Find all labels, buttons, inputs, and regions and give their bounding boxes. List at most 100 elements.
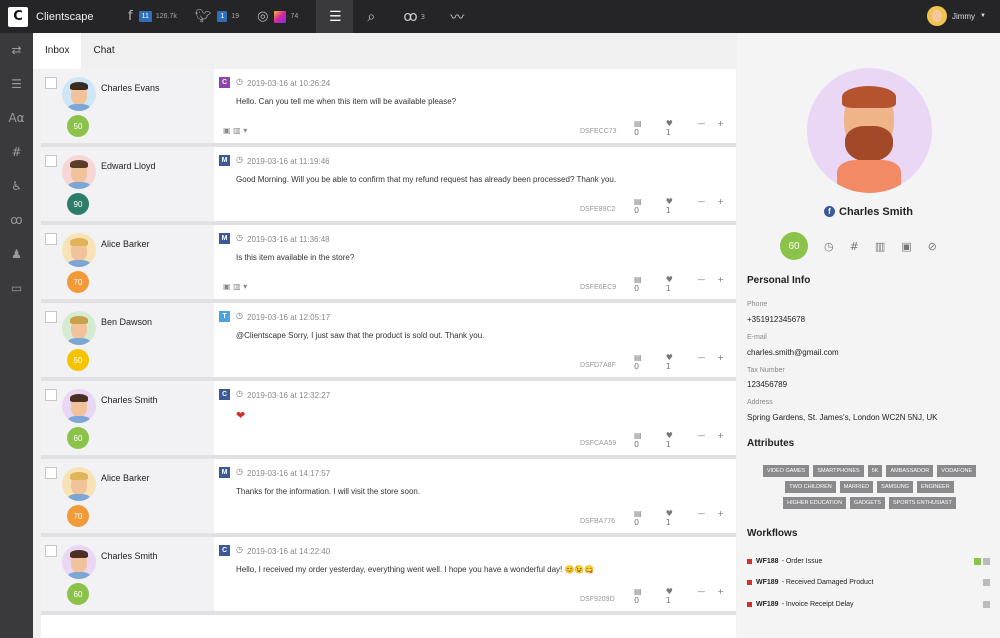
list-icon[interactable]: ☰ (0, 67, 33, 101)
message-row[interactable]: Ben Dawson 50 T ◷ 2019-03-16 at 12:05:17… (41, 303, 736, 381)
like-action[interactable]: ♥ 1 (666, 275, 686, 293)
like-action[interactable]: ♥ 1 (666, 197, 686, 215)
attribute-tag[interactable]: SMARTPHONES (813, 465, 864, 477)
comment-action[interactable]: ▤ 0 (634, 353, 654, 371)
hashtag-icon[interactable]: # (0, 135, 33, 169)
attribute-tag[interactable]: GADGETS (850, 497, 885, 509)
attribute-tag[interactable]: VODAFONE (937, 465, 977, 477)
message-row[interactable]: Edward Lloyd 90 M ◷ 2019-03-16 at 11:19:… (41, 147, 736, 225)
attribute-tag[interactable]: ENGINEER (916, 481, 954, 493)
minus-icon[interactable]: — (697, 353, 705, 371)
minus-icon[interactable]: — (697, 431, 705, 449)
instagram-stats[interactable]: ◎ 74 (257, 9, 298, 24)
workflow-item[interactable]: WF189 - Received Damaged Product (747, 579, 990, 586)
minus-icon[interactable]: — (697, 587, 705, 605)
sender-name[interactable]: Charles Smith (101, 395, 158, 405)
like-action[interactable]: ♥ 1 (666, 431, 686, 449)
plus-icon[interactable]: + (717, 119, 724, 137)
sender-name[interactable]: Edward Lloyd (101, 161, 156, 171)
like-count: 1 (665, 596, 671, 605)
sender-name[interactable]: Alice Barker (101, 473, 150, 483)
comment-action[interactable]: ▤ 0 (634, 119, 654, 137)
user-menu[interactable]: Jimmy ▼ (926, 6, 986, 26)
minus-icon[interactable]: — (697, 197, 705, 215)
heart-icon: ♥ (665, 275, 673, 284)
plus-icon[interactable]: + (717, 431, 724, 449)
hashtag-icon[interactable]: # (850, 240, 859, 253)
plus-icon[interactable]: + (717, 353, 724, 371)
comment-action[interactable]: ▤ 0 (634, 431, 654, 449)
attribute-tag[interactable]: SPORTS ENTHUSIAST (888, 497, 956, 509)
comment-action[interactable]: ▤ 0 (634, 509, 654, 527)
like-action[interactable]: ♥ 1 (666, 587, 686, 605)
row-checkbox[interactable] (45, 77, 57, 89)
contacts-icon[interactable]: ▣ (901, 240, 911, 253)
minus-icon[interactable]: — (697, 275, 705, 293)
row-checkbox[interactable] (45, 545, 57, 557)
message-tools[interactable]: ▣ ▥ ▾ (223, 282, 247, 291)
twitter-stats[interactable]: 🐦︎ 1 19 (195, 9, 239, 24)
attribute-tag[interactable]: TWO CHILDREN (785, 481, 836, 493)
row-checkbox[interactable] (45, 155, 57, 167)
attribute-tag[interactable]: AMBASSADOR (886, 465, 934, 477)
attribute-tag[interactable]: VIDEO GAMES (762, 465, 810, 477)
workflows-nav[interactable]: ꝏ3 (389, 0, 439, 33)
search-icon[interactable]: ⌕ (353, 0, 389, 33)
like-action[interactable]: ♥ 1 (666, 119, 686, 137)
row-checkbox[interactable] (45, 389, 57, 401)
app-logo[interactable]: C (8, 6, 28, 27)
person-icon[interactable]: ♿︎ (0, 169, 33, 203)
attribute-tag[interactable]: 5K (867, 465, 883, 477)
minus-icon[interactable]: — (697, 119, 705, 137)
tab-inbox[interactable]: Inbox (33, 33, 82, 69)
workflow-item[interactable]: WF188 - Order Issue (747, 558, 990, 565)
inbox-list-icon[interactable]: ☰ (317, 0, 354, 33)
attribute-tag[interactable]: HIGHER EDUCATION (783, 497, 847, 509)
plus-icon[interactable]: + (717, 197, 724, 215)
workflow-id: WF189 (756, 579, 779, 586)
notes-icon[interactable]: ▥ (875, 240, 885, 253)
message-row[interactable]: Alice Barker 70 M ◷ 2019-03-16 at 14:17:… (41, 459, 736, 537)
plus-icon[interactable]: + (717, 509, 724, 527)
block-icon[interactable]: ⊘ (928, 240, 937, 253)
plus-icon[interactable]: + (717, 587, 724, 605)
message-tools[interactable]: ▣ ▥ ▾ (223, 126, 247, 135)
message-row[interactable]: Alice Barker 70 M ◷ 2019-03-16 at 11:36:… (41, 225, 736, 303)
facebook-stats[interactable]: f 11 126.7k (128, 9, 177, 24)
address-value: Spring Gardens, St. James's, London WC2N… (747, 413, 938, 422)
row-checkbox[interactable] (45, 233, 57, 245)
history-icon[interactable]: ◷ (824, 240, 834, 253)
message-sender: Charles Evans 50 (41, 69, 214, 143)
like-action[interactable]: ♥ 1 (666, 353, 686, 371)
workflow-item[interactable]: WF189 - Invoice Receipt Delay (747, 601, 990, 608)
workflow-icon[interactable]: ꝏ (0, 203, 33, 237)
comment-icon: ▤ (634, 431, 642, 440)
attribute-tag[interactable]: SAMSUNG (877, 481, 913, 493)
minus-icon[interactable]: — (697, 509, 705, 527)
row-checkbox[interactable] (45, 467, 57, 479)
card-icon[interactable]: ▭ (0, 271, 33, 305)
sender-name[interactable]: Charles Evans (101, 83, 160, 93)
tab-chat[interactable]: Chat (81, 33, 126, 69)
user-icon[interactable]: ♟ (0, 237, 33, 271)
text-icon[interactable]: Aα (0, 101, 33, 135)
row-checkbox[interactable] (45, 311, 57, 323)
sender-name[interactable]: Charles Smith (101, 551, 158, 561)
heart-icon: ♥ (665, 119, 673, 128)
like-action[interactable]: ♥ 1 (666, 509, 686, 527)
message-row[interactable]: Charles Smith 60 C ◷ 2019-03-16 at 12:32… (41, 381, 736, 459)
comment-action[interactable]: ▤ 0 (634, 587, 654, 605)
toggle-icon[interactable]: ⇄ (0, 33, 33, 67)
comment-icon: ▤ (634, 353, 642, 362)
plus-icon[interactable]: + (717, 275, 724, 293)
activity-icon[interactable]: 〰 (439, 0, 475, 33)
message-row[interactable]: Charles Evans 50 C ◷ 2019-03-16 at 10:26… (41, 69, 736, 147)
comment-action[interactable]: ▤ 0 (634, 197, 654, 215)
sender-name[interactable]: Alice Barker (101, 239, 150, 249)
comment-action[interactable]: ▤ 0 (634, 275, 654, 293)
message-row[interactable]: Charles Smith 60 C ◷ 2019-03-16 at 14:22… (41, 537, 736, 615)
workflows-icon: ꝏ (403, 8, 418, 25)
sender-avatar (62, 77, 96, 111)
sender-name[interactable]: Ben Dawson (101, 317, 152, 327)
attribute-tag[interactable]: MARRIED (839, 481, 874, 493)
